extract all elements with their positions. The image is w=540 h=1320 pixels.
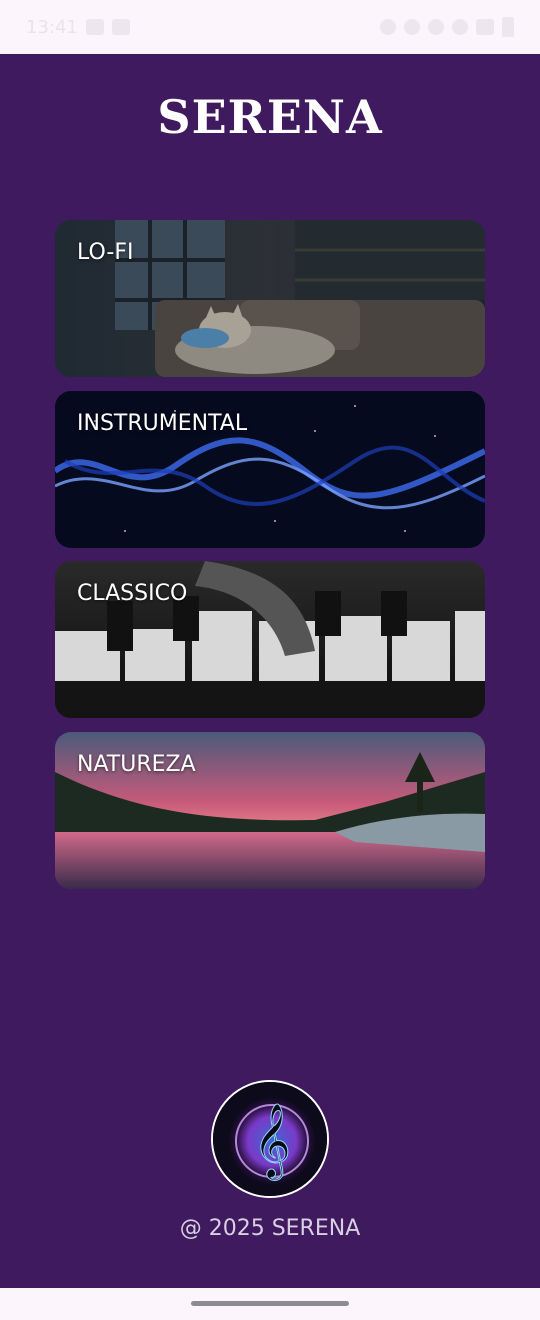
alarm-icon xyxy=(380,19,396,35)
category-card-natureza[interactable]: NATUREZA xyxy=(55,732,485,889)
home-gesture-handle[interactable] xyxy=(191,1301,349,1306)
category-card-classico[interactable]: CLASSICO xyxy=(55,561,485,718)
svg-text:𝄞: 𝄞 xyxy=(253,1104,291,1181)
app-logo: 𝄞 xyxy=(211,1080,329,1198)
data-icon xyxy=(428,19,444,35)
status-bar: 13:41 xyxy=(0,0,540,54)
mail-icon xyxy=(85,19,104,35)
category-card-lofi[interactable]: LO-FI xyxy=(55,220,485,377)
navigation-bar xyxy=(0,1288,540,1320)
category-label: LO-FI xyxy=(77,240,134,265)
status-right xyxy=(380,17,514,37)
video-icon xyxy=(111,19,130,35)
footer-copyright: @ 2025 SERENA xyxy=(179,1216,361,1241)
treble-clef-icon: 𝄞 xyxy=(213,1082,327,1196)
app-title: SERENA xyxy=(157,90,383,144)
category-label: NATUREZA xyxy=(77,752,196,777)
category-label: INSTRUMENTAL xyxy=(77,411,248,436)
status-time: 13:41 xyxy=(26,16,78,38)
status-left: 13:41 xyxy=(26,17,130,38)
signal-icon xyxy=(476,19,494,35)
vibrate-icon xyxy=(404,19,420,35)
wifi-icon xyxy=(452,19,468,35)
category-label: CLASSICO xyxy=(77,581,188,606)
app-screen: SERENA LO-FI INSTRUMENTAL CLASSICO NATUR… xyxy=(0,54,540,1288)
battery-icon xyxy=(502,17,514,37)
category-card-instrumental[interactable]: INSTRUMENTAL xyxy=(55,391,485,548)
